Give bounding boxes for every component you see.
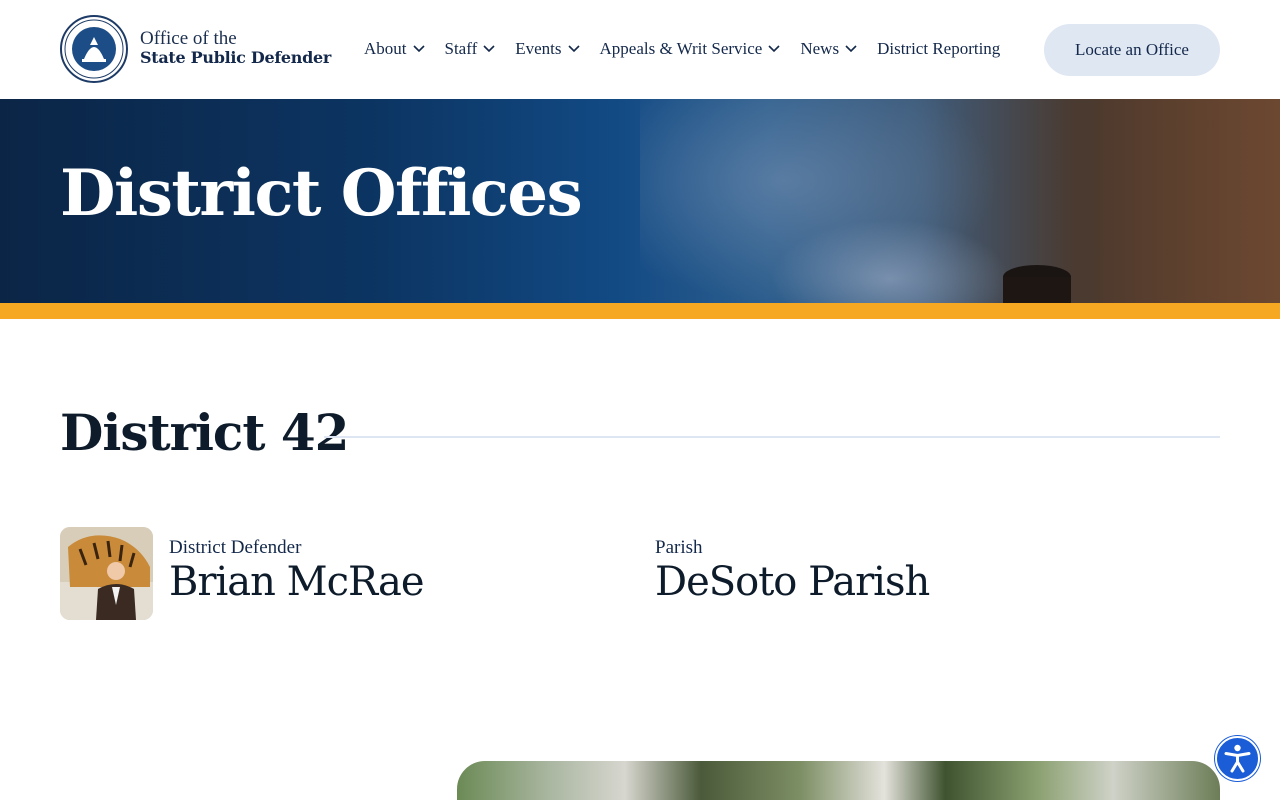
chevron-down-icon [412, 45, 425, 53]
hero-background-hand [770, 219, 1010, 303]
accessibility-button[interactable] [1215, 736, 1260, 781]
parish-name: DeSoto Parish [655, 559, 930, 605]
chevron-down-icon [845, 45, 857, 53]
brand-wordmark[interactable]: Office of the State Public Defender [140, 29, 331, 68]
office-building-photo [457, 761, 1220, 800]
chevron-down-icon [567, 45, 580, 53]
nav-item-appeals-writ-service[interactable]: Appeals & Writ Service [600, 39, 781, 59]
heading-rule [324, 436, 1220, 438]
parish-label: Parish [655, 537, 703, 558]
nav-item-news[interactable]: News [800, 39, 857, 59]
nav-item-label: Events [515, 39, 562, 58]
main-nav: About Staff Events Appeals & Writ Servic… [364, 38, 1020, 60]
hero-background-wood [1100, 99, 1280, 303]
locate-an-office-button[interactable]: Locate an Office [1044, 24, 1220, 76]
brand-line-2: State Public Defender [140, 48, 332, 67]
accent-divider [0, 303, 1280, 319]
louisiana-state-seal-icon[interactable] [60, 15, 128, 83]
nav-item-label: About [364, 39, 407, 58]
gavel-icon [1003, 265, 1071, 303]
nav-item-label: Staff [444, 39, 478, 58]
nav-item-label: Appeals & Writ Service [599, 39, 763, 58]
brand-line-1: Office of the [140, 28, 237, 49]
nav-item-label: News [800, 39, 840, 58]
defender-photo [60, 527, 153, 620]
defender-label: District Defender [169, 537, 302, 558]
chevron-down-icon [768, 45, 780, 53]
nav-item-label: District Reporting [877, 39, 1001, 58]
defender-portrait-image [60, 527, 153, 620]
nav-item-district-reporting[interactable]: District Reporting [877, 39, 1000, 59]
defender-name: Brian McRae [169, 559, 425, 605]
nav-item-events[interactable]: Events [515, 39, 580, 59]
chevron-down-icon [483, 45, 495, 53]
nav-item-staff[interactable]: Staff [445, 39, 496, 59]
page-title: District Offices [60, 156, 583, 231]
district-heading: District 42 [60, 403, 349, 462]
hero-banner: District Offices [0, 99, 1280, 303]
nav-item-about[interactable]: About [364, 39, 425, 59]
accessibility-icon [1224, 744, 1251, 773]
site-header: Office of the State Public Defender Abou… [0, 0, 1280, 99]
